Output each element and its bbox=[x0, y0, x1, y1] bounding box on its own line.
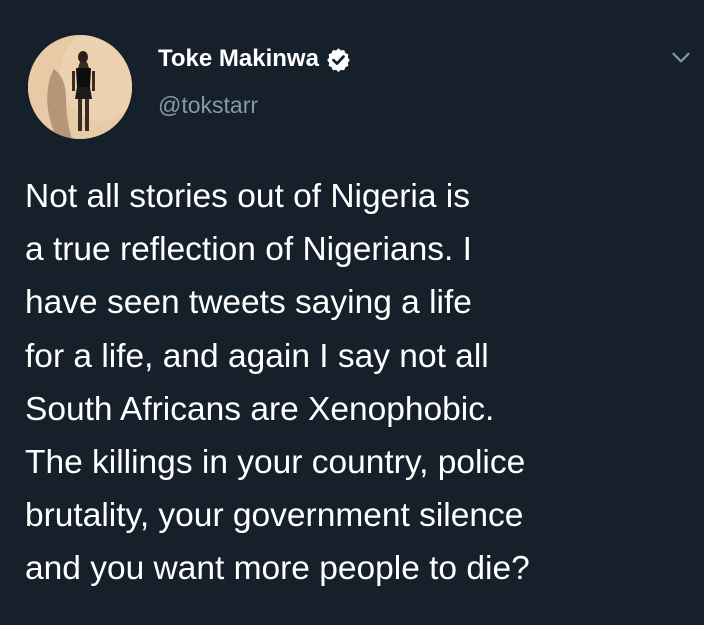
author-handle[interactable]: @tokstarr bbox=[158, 92, 258, 119]
verified-badge-icon bbox=[327, 47, 350, 72]
tweet-text-line: South Africans are Xenophobic. bbox=[25, 390, 495, 428]
tweet-text-line: a true reflection of Nigerians. I bbox=[25, 231, 472, 269]
author-row: Toke Makinwa bbox=[158, 44, 351, 74]
profile-photo-icon bbox=[28, 35, 132, 139]
author-name[interactable]: Toke Makinwa bbox=[158, 45, 319, 73]
chevron-down-icon[interactable] bbox=[668, 44, 694, 70]
tweet-text-line: The killings in your country, police bbox=[25, 444, 526, 482]
tweet-text-line: and you want more people to die? bbox=[25, 550, 530, 588]
tweet-text: Not all stories out of Nigeria is a true… bbox=[25, 170, 695, 596]
author-avatar[interactable] bbox=[28, 35, 132, 139]
tweet-card: Toke Makinwa @tokstarr Not all stories o… bbox=[0, 0, 704, 625]
tweet-text-line: brutality, your government silence bbox=[25, 497, 524, 535]
tweet-text-line: have seen tweets saying a life bbox=[25, 284, 472, 322]
tweet-text-line: Not all stories out of Nigeria is bbox=[25, 178, 470, 215]
tweet-text-line: for a life, and again I say not all bbox=[25, 337, 489, 375]
